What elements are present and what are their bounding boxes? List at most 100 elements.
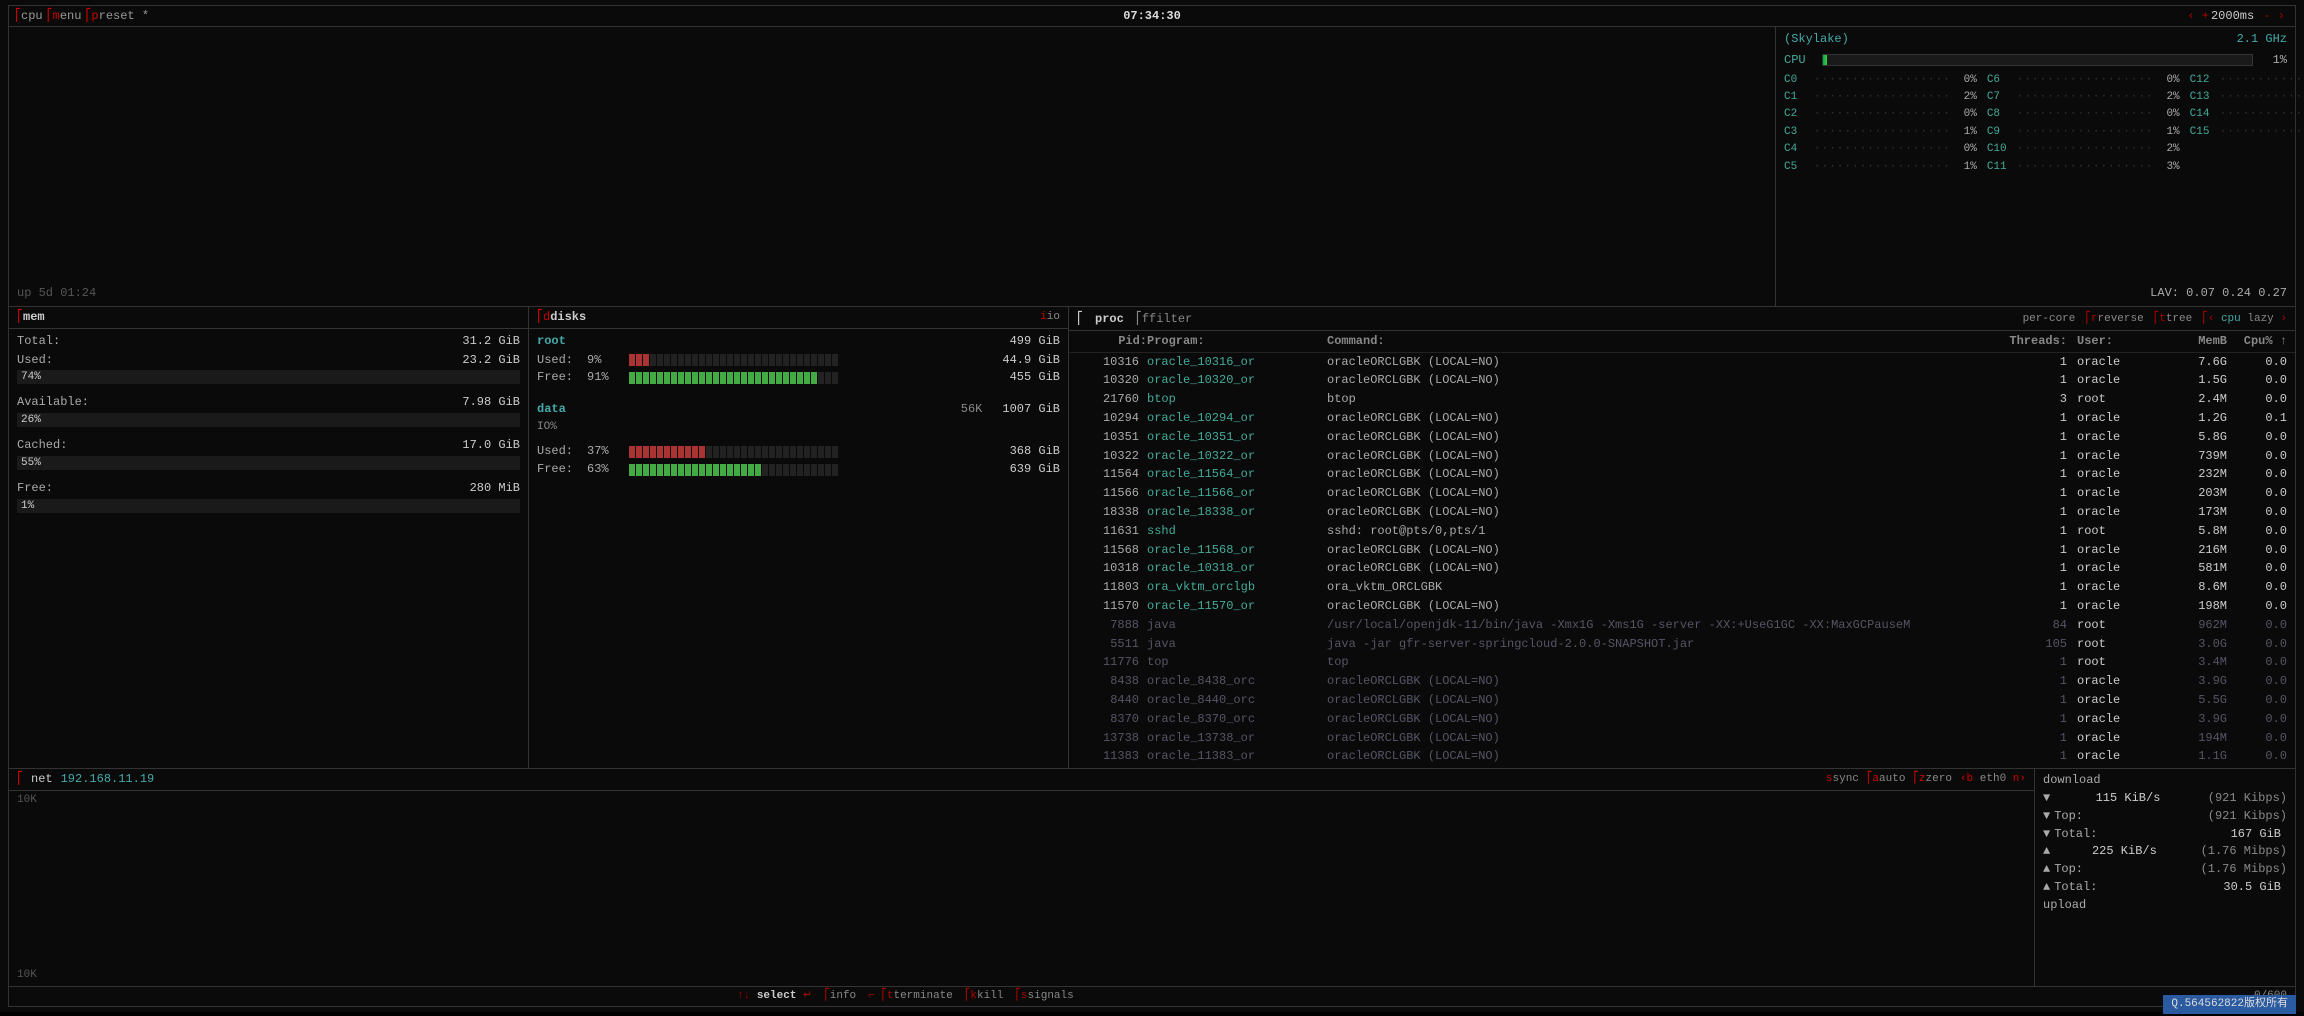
core-row: C5··················1% — [1784, 160, 1977, 175]
core-row: C11··················3% — [1987, 160, 2180, 175]
menu-menu[interactable]: ⎡menu — [47, 8, 82, 25]
opt-cpu[interactable]: ⎡‹ cpu lazy › — [2202, 312, 2287, 327]
net-ip: 192.168.11.19 — [61, 771, 155, 788]
core-row: C10··················2% — [1987, 142, 2180, 157]
proc-row[interactable]: 11383 oracle_11383_or oracleORCLGBK (LOC… — [1069, 747, 2295, 766]
cpu-total-label: CPU — [1784, 52, 1816, 69]
clock: 07:34:30 — [1123, 8, 1181, 25]
mem-avail-val: 7.98 GiB — [462, 394, 520, 411]
disk-io-toggle[interactable]: io — [1047, 311, 1060, 323]
mem-free-val: 280 MiB — [470, 480, 520, 497]
proc-row[interactable]: 5511 java java -jar gfr-server-springclo… — [1069, 635, 2295, 654]
proc-rows: 10316 oracle_10316_or oracleORCLGBK (LOC… — [1069, 353, 2295, 767]
net-sync[interactable]: ssync — [1826, 772, 1859, 787]
core-row: C7··················2% — [1987, 90, 2180, 105]
cpu-total-bar — [1822, 54, 2253, 66]
disk-root-free-label: Free: — [537, 369, 587, 386]
disk-data-free-bar — [629, 464, 974, 476]
proc-row[interactable]: 8440 oracle_8440_orc oracleORCLGBK (LOCA… — [1069, 691, 2295, 710]
proc-row[interactable]: 10320 oracle_10320_or oracleORCLGBK (LOC… — [1069, 371, 2295, 390]
core-row: C14··················6% — [2190, 107, 2304, 122]
mem-used-bar: 74% — [17, 370, 520, 384]
disk-root-used-val: 44.9 GiB — [980, 352, 1060, 369]
menu-preset[interactable]: ⎡preset * — [85, 8, 149, 25]
proc-panel: ⎡proc ⎡ffilter per-core ⎡rreverse ⎡ttree… — [1069, 307, 2295, 768]
net-scale-top: 10K — [17, 793, 2026, 808]
proc-row[interactable]: 11564 oracle_11564_or oracleORCLGBK (LOC… — [1069, 465, 2295, 484]
action-select[interactable]: ↑↓ select ↵ — [737, 989, 812, 1004]
core-row: C13··················5% — [2190, 90, 2304, 105]
proc-row[interactable]: 11803 ora_vktm_orclgb ora_vktm_ORCLGBK 1… — [1069, 578, 2295, 597]
net-scale-bottom: 10K — [17, 968, 2026, 983]
action-kill[interactable]: ⎡kkill — [965, 989, 1004, 1004]
core-row: C9··················1% — [1987, 125, 2180, 140]
mem-free-label: Free: — [17, 480, 53, 497]
action-info[interactable]: ⎡info — [824, 989, 856, 1004]
mem-avail-label: Available: — [17, 394, 89, 411]
mem-cached-bar: 55% — [17, 456, 520, 470]
refresh-rate[interactable]: ‹ +2000ms - › — [2185, 8, 2287, 25]
proc-row[interactable]: 10316 oracle_10316_or oracleORCLGBK (LOC… — [1069, 353, 2295, 372]
proc-row[interactable]: 10294 oracle_10294_or oracleORCLGBK (LOC… — [1069, 409, 2295, 428]
watermark: Q.564562822版权所有 — [2163, 995, 2296, 1014]
opt-percore[interactable]: per-core — [2023, 312, 2076, 327]
net-title: net — [31, 771, 53, 788]
proc-row[interactable]: 11776 top top 1 root 3.4M 0.0 — [1069, 653, 2295, 672]
proc-row[interactable]: 11631 sshd sshd: root@pts/0,pts/1 1 root… — [1069, 522, 2295, 541]
mem-total-label: Total: — [17, 333, 60, 350]
proc-row[interactable]: 7888 java /usr/local/openjdk-11/bin/java… — [1069, 616, 2295, 635]
disk-root-name: root — [537, 333, 566, 350]
disk-root-free-bar — [629, 372, 974, 384]
proc-row[interactable]: 10318 oracle_10318_or oracleORCLGBK (LOC… — [1069, 559, 2295, 578]
core-row: C6··················0% — [1987, 73, 2180, 88]
net-zero[interactable]: ⎡zzero — [1913, 772, 1952, 787]
net-dl-label: download — [2043, 772, 2287, 789]
net-stats: download ▼115 KiB/s(921 Kibps) ▼Top:(921… — [2035, 769, 2295, 986]
proc-row[interactable]: 13738 oracle_13738_or oracleORCLGBK (LOC… — [1069, 729, 2295, 748]
proc-row[interactable]: 8370 oracle_8370_orc oracleORCLGBK (LOCA… — [1069, 710, 2295, 729]
mem-title: mem — [23, 309, 45, 326]
cpu-panel: up 5d 01:24 (Skylake) 2.1 GHz CPU 1% C0·… — [8, 27, 2296, 307]
cpu-ghz: 2.1 GHz — [2237, 31, 2287, 48]
action-signals[interactable]: ⎡ssignals — [1015, 989, 1073, 1004]
cpu-cores: C0··················0% C6················… — [1784, 73, 2287, 175]
net-ul-label: upload — [2043, 897, 2287, 914]
proc-row[interactable]: 11568 oracle_11568_or oracleORCLGBK (LOC… — [1069, 541, 2295, 560]
net-auto[interactable]: ⎡aauto — [1867, 772, 1906, 787]
bottom-bar: ↑↓ select ↵ ⎡info ⌐ ⎡tterminate ⎡kkill ⎡… — [8, 987, 2296, 1007]
proc-filter[interactable]: filter — [1149, 312, 1192, 326]
disk-data-io: IO% — [537, 420, 1060, 435]
net-panel: ⎡net 192.168.11.19 ssync ⎡aauto ⎡zzero ‹… — [9, 769, 2035, 986]
proc-row[interactable]: 8438 oracle_8438_orc oracleORCLGBK (LOCA… — [1069, 672, 2295, 691]
core-row: C3··················1% — [1784, 125, 1977, 140]
net-iface[interactable]: ‹b eth0 n› — [1960, 772, 2026, 787]
proc-row[interactable]: 11570 oracle_11570_or oracleORCLGBK (LOC… — [1069, 597, 2295, 616]
disk-title: disks — [550, 309, 586, 326]
mem-used-val: 23.2 GiB — [462, 352, 520, 369]
proc-title: proc — [1095, 311, 1124, 328]
proc-row[interactable]: 11566 oracle_11566_or oracleORCLGBK (LOC… — [1069, 484, 2295, 503]
core-row: C0··················0% — [1784, 73, 1977, 88]
menu-cpu[interactable]: ⎡cpu — [15, 8, 43, 25]
mem-panel: ⎡mem Total:31.2 GiB Used:23.2 GiB 74% Av… — [9, 307, 529, 768]
proc-header: Pid: Program: Command: Threads: User: Me… — [1069, 331, 2295, 353]
mem-free-bar: 1% — [17, 499, 520, 513]
opt-tree[interactable]: ⎡ttree — [2154, 312, 2193, 327]
core-row — [2190, 160, 2304, 175]
uptime: up 5d 01:24 — [17, 285, 96, 302]
top-bar: ⎡cpu ⎡menu ⎡preset * 07:34:30 ‹ +2000ms … — [8, 5, 2296, 27]
core-row: C1··················2% — [1784, 90, 1977, 105]
disk-root-used-label: Used: — [537, 352, 587, 369]
proc-row[interactable]: 10351 oracle_10351_or oracleORCLGBK (LOC… — [1069, 428, 2295, 447]
action-terminate[interactable]: ⌐ ⎡tterminate — [868, 989, 953, 1004]
core-row: C2··················0% — [1784, 107, 1977, 122]
proc-row[interactable]: 18338 oracle_18338_or oracleORCLGBK (LOC… — [1069, 503, 2295, 522]
mem-used-label: Used: — [17, 352, 53, 369]
proc-row[interactable]: 21760 btop btop 3 root 2.4M 0.0 — [1069, 390, 2295, 409]
opt-reverse[interactable]: ⎡rreverse — [2085, 312, 2143, 327]
proc-row[interactable]: 10322 oracle_10322_or oracleORCLGBK (LOC… — [1069, 447, 2295, 466]
disk-root-total: 499 GiB — [1010, 333, 1060, 350]
core-row: C12··················0% — [2190, 73, 2304, 88]
disk-root-free-val: 455 GiB — [980, 369, 1060, 386]
mem-cached-val: 17.0 GiB — [462, 437, 520, 454]
